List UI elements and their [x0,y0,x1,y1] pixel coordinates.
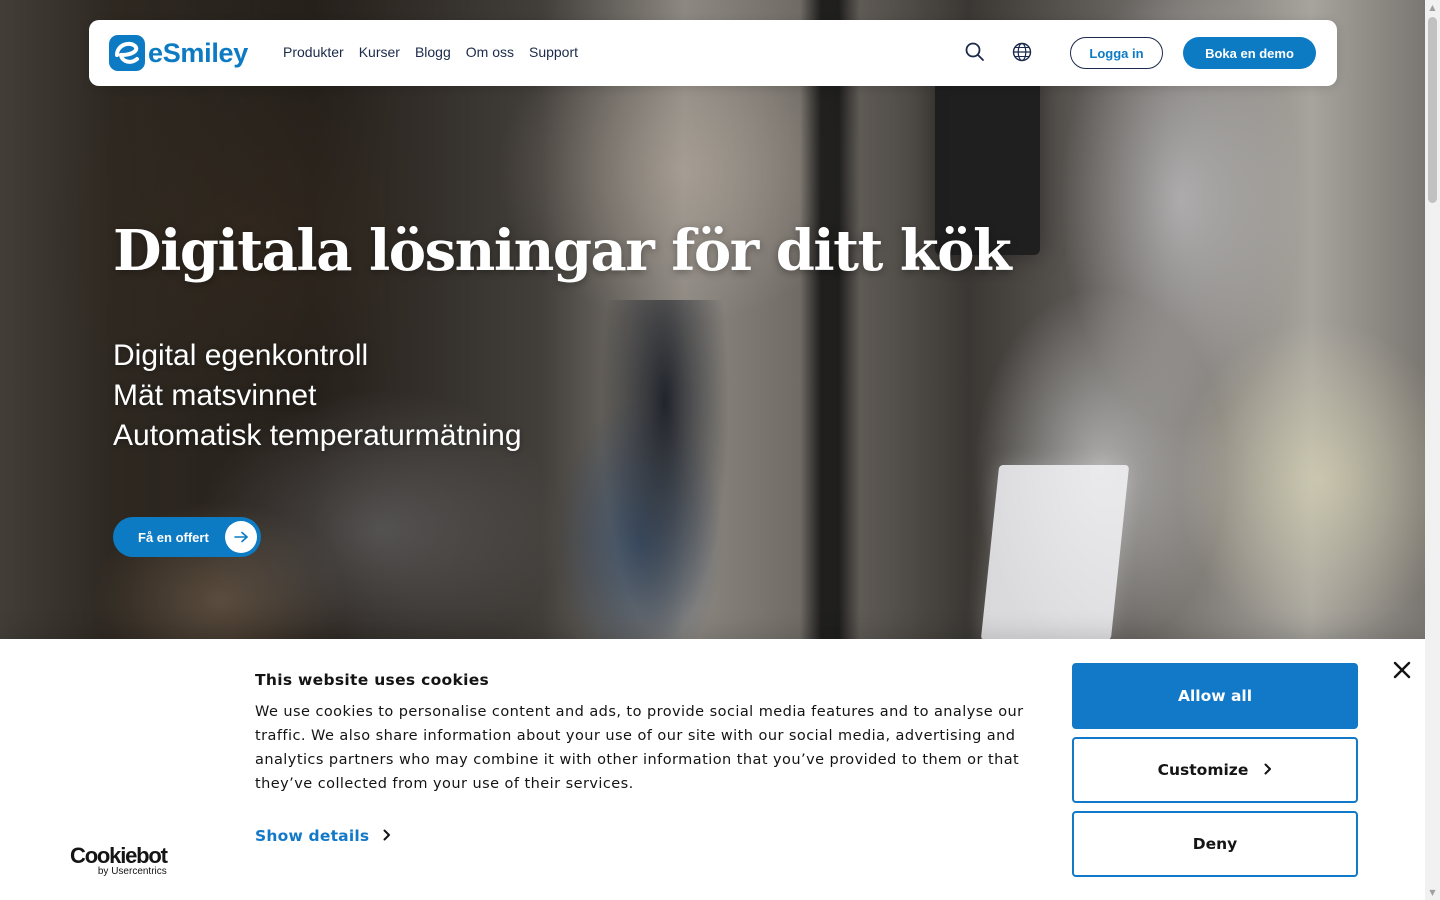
nav-item-kurser[interactable]: Kurser [359,44,400,60]
globe-icon [1012,42,1032,62]
hero-feature-item: Automatisk temperaturmätning [113,419,522,452]
close-icon [1393,661,1411,679]
deny-button[interactable]: Deny [1072,811,1358,877]
get-quote-label: Få en offert [138,529,209,545]
customize-button[interactable]: Customize [1072,737,1358,803]
page-scrollbar[interactable]: ▲ ▼ [1425,0,1440,900]
hero-feature-item: Digital egenkontroll [113,339,369,372]
main-nav: Produkter Kurser Blogg Om oss Support [283,44,593,60]
hero-feature-list: Digital egenkontroll Mät matsvinnet Auto… [113,336,522,456]
language-button[interactable] [1010,40,1034,64]
scroll-up-icon[interactable]: ▲ [1425,0,1440,15]
allow-all-button[interactable]: Allow all [1072,663,1358,729]
search-button[interactable] [963,40,987,64]
cookie-description: We use cookies to personalise content an… [255,704,1024,792]
site-header: eSmiley Produkter Kurser Blogg Om oss Su… [89,20,1337,86]
search-icon [965,42,984,61]
nav-item-blogg[interactable]: Blogg [415,44,451,60]
close-banner-button[interactable] [1392,660,1412,680]
scroll-down-icon[interactable]: ▼ [1425,885,1440,900]
nav-item-produkter[interactable]: Produkter [283,44,344,60]
get-quote-button[interactable]: Få en offert [113,517,261,557]
login-button[interactable]: Logga in [1070,37,1163,69]
cta-arrow-circle [225,521,257,553]
chevron-right-icon [1264,761,1272,779]
cookie-banner: Cookiebot by Usercentrics This website u… [0,639,1425,900]
customize-label: Customize [1157,761,1249,779]
cookiebot-logo[interactable]: Cookiebot by Usercentrics [70,843,168,878]
nav-item-om-oss[interactable]: Om oss [466,44,514,60]
arrow-right-icon [234,531,248,543]
scrollbar-thumb[interactable] [1428,17,1437,203]
cookiebot-brand: Cookiebot [70,843,168,868]
hero-feature-item: Mät matsvinnet [113,379,317,412]
show-details-link[interactable]: Show details [255,827,391,845]
logo-mark-icon [109,35,145,71]
nav-item-support[interactable]: Support [529,44,578,60]
cookie-title: This website uses cookies [255,671,490,689]
book-demo-button[interactable]: Boka en demo [1183,37,1316,69]
show-details-label: Show details [255,827,370,845]
esmiley-logo[interactable]: eSmiley [109,35,248,71]
hero-title: Digitala lösningar för ditt kök [113,218,1012,284]
chevron-right-icon [383,827,391,845]
logo-text: eSmiley [148,37,248,68]
